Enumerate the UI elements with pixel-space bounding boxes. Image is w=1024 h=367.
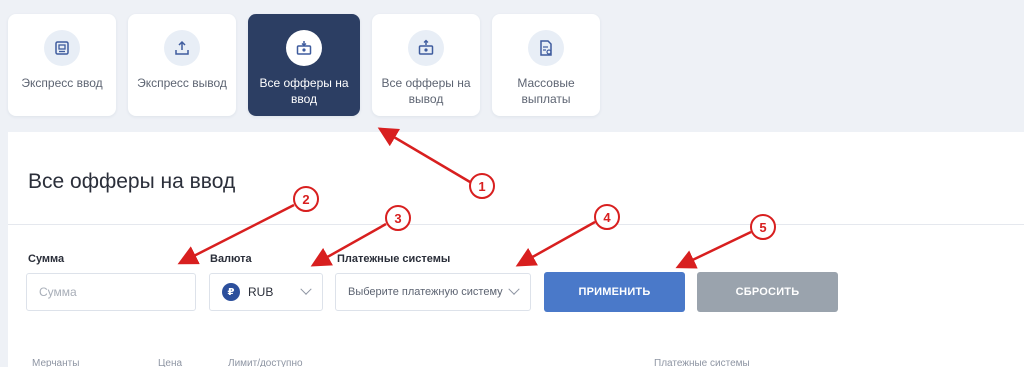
tab-label: Экспресс вывод	[137, 76, 227, 90]
ruble-icon: ₽	[222, 283, 240, 301]
column-header-payment-systems: Платежные системы	[654, 358, 750, 367]
page-title: Все офферы на ввод	[28, 170, 236, 193]
offers-in-icon	[286, 30, 322, 66]
column-header-price: Цена	[158, 358, 183, 367]
tab-mass-payouts[interactable]: Массовые выплаты	[492, 14, 600, 116]
tab-label: Все офферы на ввод	[259, 76, 349, 106]
column-header-limit: Лимит/доступно	[228, 358, 303, 367]
tab-bar: Экспресс ввод Экспресс вывод Все офферы …	[8, 14, 600, 116]
payment-system-select[interactable]: Выберите платежную систему	[335, 273, 531, 311]
mass-payout-icon	[528, 30, 564, 66]
payment-systems-label: Платежные системы	[337, 253, 451, 265]
offers-out-icon	[408, 30, 444, 66]
amount-placeholder: Сумма	[39, 285, 77, 299]
amount-input[interactable]: Сумма	[26, 273, 196, 311]
reset-button[interactable]: СБРОСИТЬ	[697, 272, 838, 312]
deposit-icon	[44, 30, 80, 66]
tab-all-offers-in[interactable]: Все офферы на ввод	[248, 14, 360, 116]
tab-label: Все офферы на вывод	[381, 76, 471, 106]
apply-button[interactable]: ПРИМЕНИТЬ	[544, 272, 685, 312]
tab-express-withdraw[interactable]: Экспресс вывод	[128, 14, 236, 116]
chevron-down-icon	[300, 283, 312, 295]
payment-system-placeholder: Выберите платежную систему	[348, 286, 503, 298]
tab-express-deposit[interactable]: Экспресс ввод	[8, 14, 116, 116]
tab-all-offers-out[interactable]: Все офферы на вывод	[372, 14, 480, 116]
divider	[8, 224, 1024, 225]
withdraw-icon	[164, 30, 200, 66]
amount-label: Сумма	[28, 253, 65, 265]
offers-panel: Все офферы на ввод Сумма Сумма Валюта ₽ …	[8, 132, 1024, 367]
tab-label: Экспресс ввод	[21, 76, 103, 90]
currency-select[interactable]: ₽ RUB	[209, 273, 323, 311]
tab-label: Массовые выплаты	[517, 76, 575, 106]
chevron-down-icon	[508, 283, 520, 295]
currency-label: Валюта	[210, 253, 252, 265]
currency-value: RUB	[248, 285, 274, 299]
column-header-merchants: Мерчанты	[32, 358, 80, 367]
